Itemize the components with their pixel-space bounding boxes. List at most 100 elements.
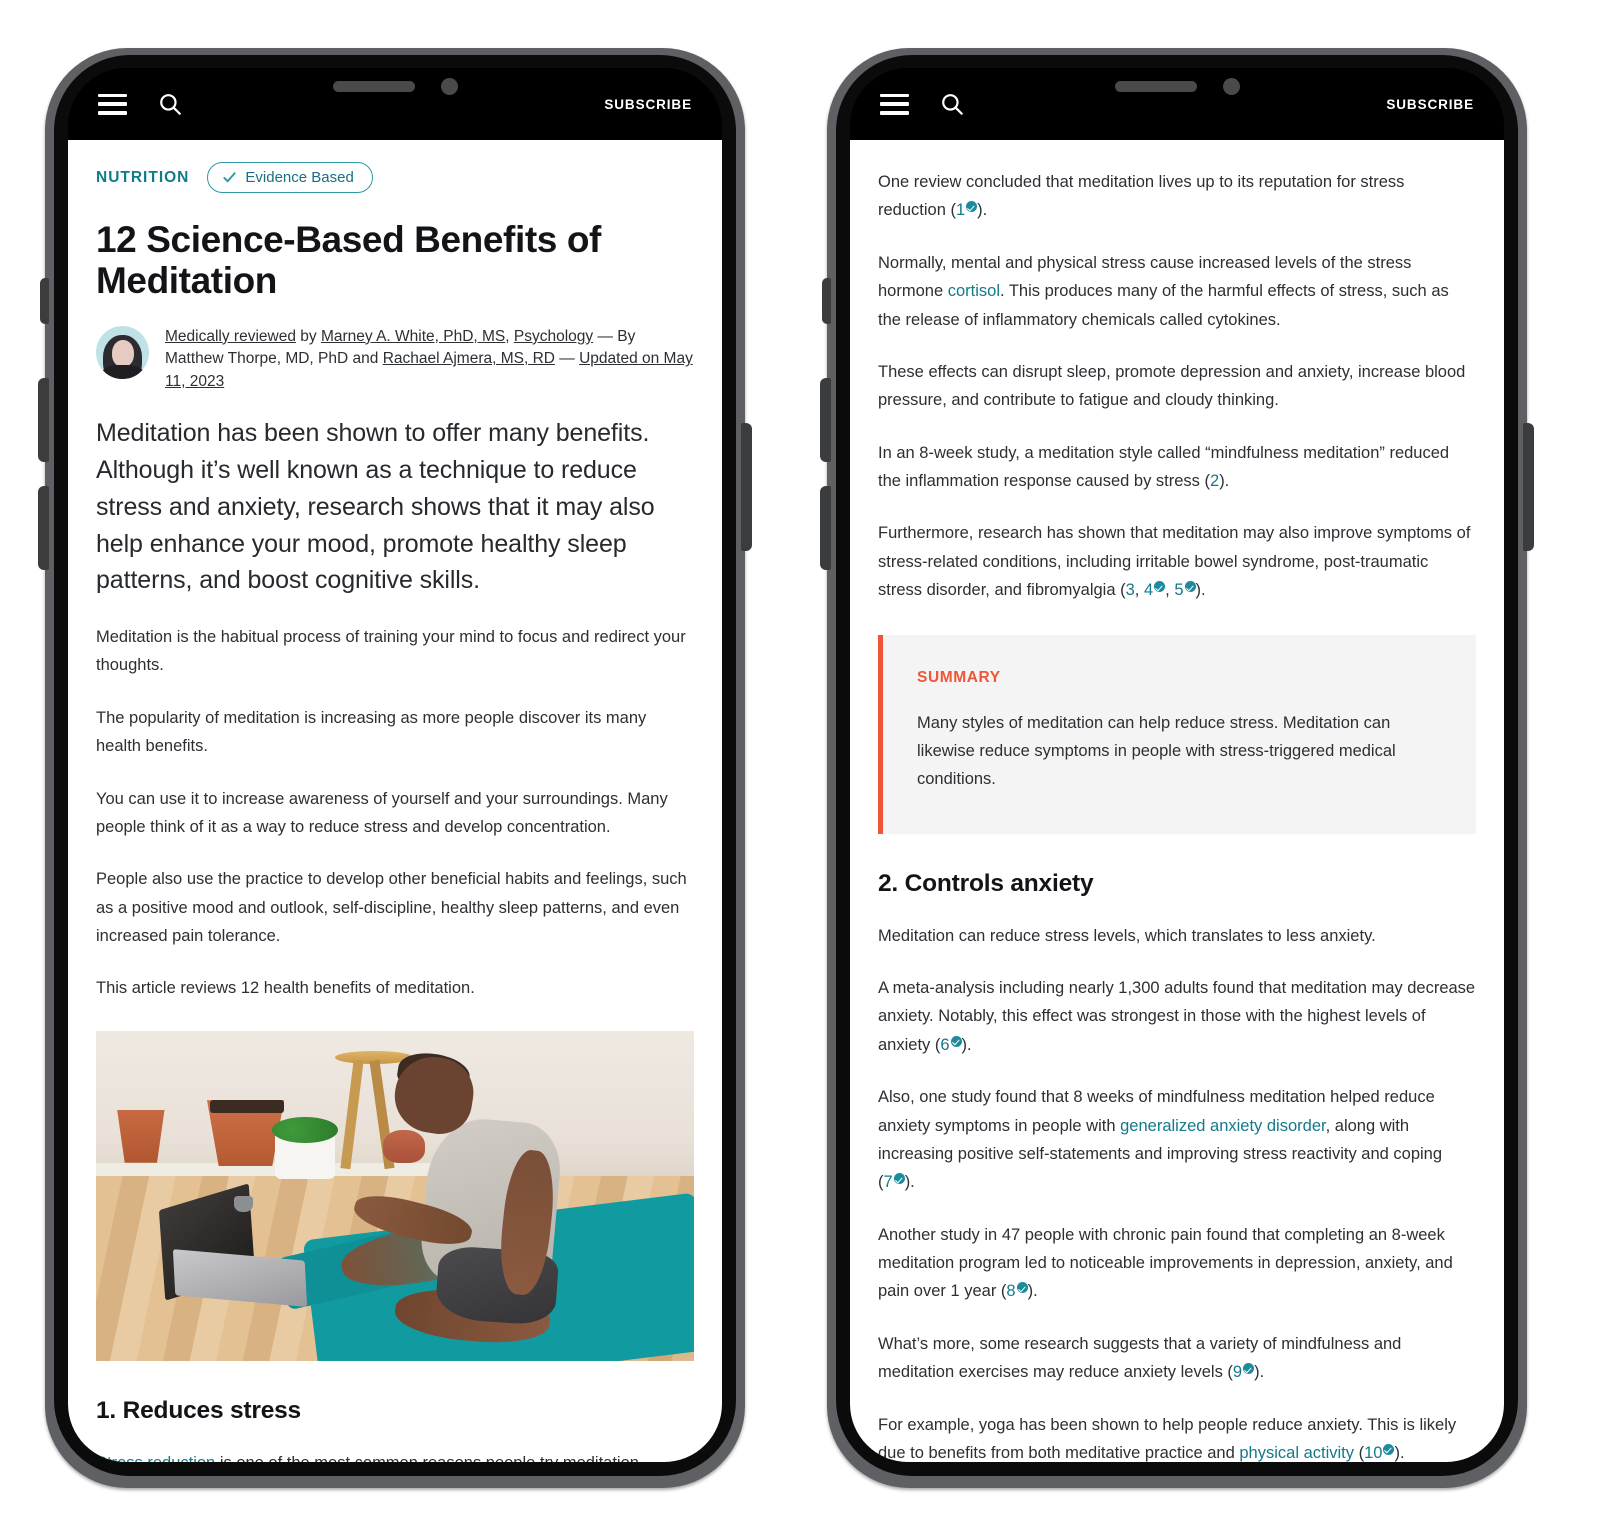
physical-activity-link[interactable]: physical activity (1239, 1444, 1354, 1462)
paragraph-meta-analysis: A meta-analysis including nearly 1,300 a… (878, 974, 1476, 1059)
subscribe-button[interactable]: SUBSCRIBE (1386, 97, 1504, 112)
citation-number[interactable]: 6 (940, 1036, 949, 1054)
citation-number[interactable]: 10 (1364, 1444, 1382, 1462)
evidence-based-label: Evidence Based (245, 169, 354, 186)
verified-badge-icon (1243, 1363, 1255, 1375)
medically-reviewed-link[interactable]: Medically reviewed (165, 328, 296, 345)
citation-number[interactable]: 5 (1174, 581, 1183, 599)
paragraph-4: People also use the practice to develop … (96, 870, 687, 946)
volume-up-button[interactable] (38, 378, 49, 462)
site-navbar: SUBSCRIBE (850, 68, 1504, 140)
paragraph-cortisol: Normally, mental and physical stress cau… (878, 249, 1476, 334)
section-heading-controls-anxiety: 2. Controls anxiety (878, 869, 1094, 897)
stress-reduction-link[interactable]: Stress reduction (96, 1454, 215, 1462)
citation-number[interactable]: 8 (1006, 1282, 1015, 1300)
power-button[interactable] (741, 423, 752, 551)
verified-badge-icon (893, 1173, 905, 1185)
citation-sep: , (1134, 581, 1144, 600)
summary-text: Many styles of meditation can help reduc… (917, 713, 1396, 789)
review-end: ). (977, 201, 988, 220)
earpiece-speaker (1114, 81, 1197, 92)
section-heading-reduces-stress: 1. Reduces stress (96, 1396, 301, 1424)
paragraph-yoga: For example, yoga has been shown to help… (878, 1411, 1476, 1463)
citation-link-9: 9 (1233, 1363, 1255, 1381)
evidence-based-badge[interactable]: Evidence Based (207, 162, 373, 193)
citation-number[interactable]: 9 (1233, 1363, 1242, 1381)
front-camera-icon (1222, 78, 1240, 95)
power-button[interactable] (1523, 423, 1534, 551)
summary-callout: SUMMARY Many styles of meditation can he… (878, 634, 1476, 834)
check-icon (223, 172, 237, 183)
yoga-mid: ( (1354, 1443, 1365, 1462)
pain-end: ). (1027, 1282, 1038, 1301)
avatar (96, 325, 149, 379)
search-icon[interactable] (939, 91, 965, 117)
reviewer-link[interactable]: Marney A. White, PhD, MS (321, 328, 505, 345)
study-head: In an 8-week study, a meditation style c… (878, 443, 1450, 490)
phone-notch (245, 68, 545, 105)
paragraph-conditions: Furthermore, research has shown that med… (878, 519, 1476, 604)
article-meta-row: NUTRITION Evidence Based (96, 140, 694, 193)
subscribe-button[interactable]: SUBSCRIBE (604, 97, 722, 112)
volume-up-button[interactable] (820, 378, 831, 462)
reviewer-field-link[interactable]: Psychology (514, 328, 593, 345)
volume-down-button[interactable] (38, 486, 49, 570)
author2-link[interactable]: Rachael Ajmera, MS, RD (383, 350, 555, 367)
verified-badge-icon (1016, 1282, 1028, 1294)
summary-label: SUMMARY (917, 668, 1001, 686)
paragraph-2: The popularity of meditation is increasi… (96, 708, 647, 756)
site-navbar: SUBSCRIBE (68, 68, 722, 140)
article-page-right: One review concluded that meditation liv… (850, 140, 1504, 1462)
gad-end: ). (904, 1173, 915, 1192)
verified-badge-icon (1184, 581, 1196, 593)
article-page-left: NUTRITION Evidence Based 12 Science-Base… (68, 140, 722, 1462)
meta-end: ). (961, 1035, 972, 1054)
earpiece-speaker (332, 81, 415, 92)
silent-switch-button[interactable] (40, 278, 49, 324)
cortisol-link[interactable]: cortisol (948, 282, 1000, 300)
citation-number[interactable]: 3 (1126, 581, 1135, 599)
study-end: ). (1219, 472, 1230, 490)
yoga-end: ). (1394, 1443, 1405, 1462)
verified-badge-icon (950, 1035, 962, 1047)
stress-tail-text: is one of the most common reasons people… (215, 1454, 644, 1462)
exercises-end: ). (1254, 1363, 1265, 1382)
silent-switch-button[interactable] (822, 278, 831, 324)
volume-down-button[interactable] (820, 486, 831, 570)
citation-number[interactable]: 7 (884, 1173, 893, 1191)
phone-mockup-right: SUBSCRIBE One review concluded that medi… (820, 48, 1534, 1488)
phone-notch (1027, 68, 1327, 105)
citation-link-8: 8 (1006, 1282, 1028, 1300)
conditions-end: ). (1195, 581, 1206, 600)
hamburger-icon[interactable] (880, 93, 909, 115)
search-icon[interactable] (157, 91, 183, 117)
citation-link-10: 10 (1364, 1443, 1395, 1462)
citation-link-2: 2 (1210, 472, 1219, 490)
paragraph-exercises: What’s more, some research suggests that… (878, 1330, 1476, 1387)
verified-badge-icon (1383, 1443, 1395, 1455)
paragraph-review: One review concluded that meditation liv… (878, 168, 1476, 225)
citation-link-3: 3 (1126, 581, 1135, 599)
citation-link-7: 7 (884, 1173, 905, 1191)
paragraph-stress-link: Stress reduction is one of the most comm… (96, 1449, 694, 1462)
byline-sep: , (505, 327, 514, 345)
byline-text: Medically reviewed by Marney A. White, P… (165, 326, 694, 393)
phone-screen-right: SUBSCRIBE One review concluded that medi… (850, 68, 1504, 1462)
front-camera-icon (440, 78, 458, 95)
citation-number[interactable]: 2 (1210, 472, 1219, 490)
citation-sep: , (1165, 581, 1175, 600)
hero-photo (96, 1030, 694, 1361)
pain-head: Another study in 47 people with chronic … (878, 1225, 1453, 1301)
citation-number[interactable]: 1 (956, 201, 965, 219)
hamburger-icon[interactable] (98, 93, 127, 115)
paragraph-8week-study: In an 8-week study, a meditation style c… (878, 439, 1476, 496)
generalized-anxiety-disorder-link[interactable]: generalized anxiety disorder (1120, 1117, 1325, 1135)
citation-link-6: 6 (940, 1035, 962, 1054)
page-title: 12 Science-Based Benefits of Meditation (96, 219, 601, 302)
citation-number[interactable]: 4 (1144, 581, 1153, 599)
paragraph-gad: Also, one study found that 8 weeks of mi… (878, 1083, 1476, 1197)
article-lede: Meditation has been shown to offer many … (96, 419, 655, 595)
byline-by: by (295, 327, 321, 345)
category-kicker[interactable]: NUTRITION (96, 169, 189, 187)
verified-badge-icon (966, 201, 978, 213)
